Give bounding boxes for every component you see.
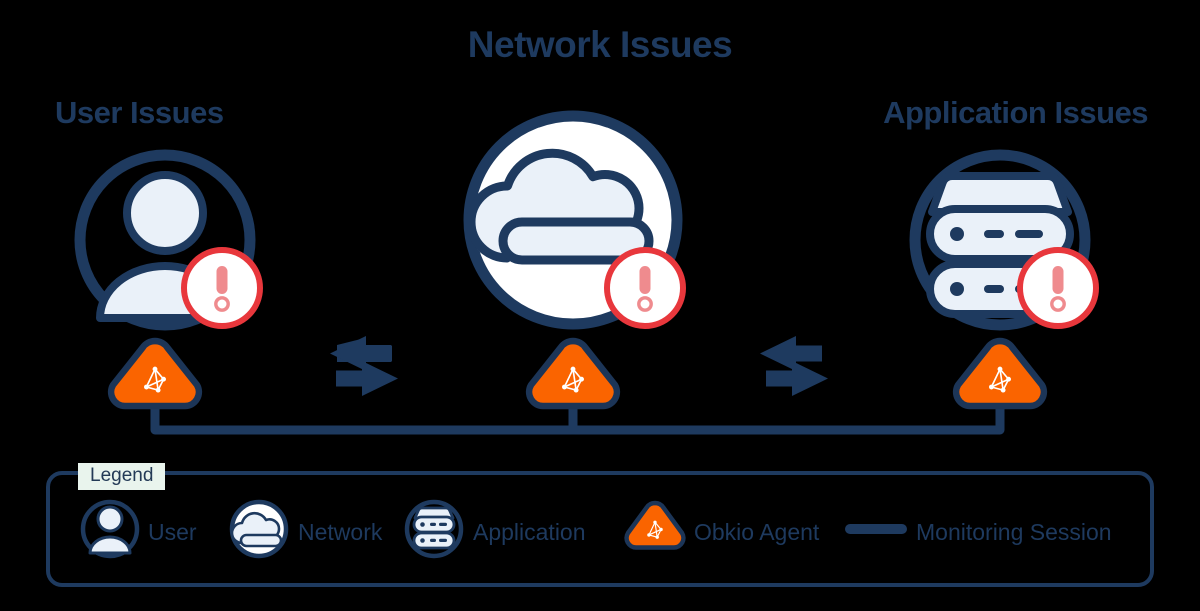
status-badge-user-alert xyxy=(184,250,260,326)
legend-line-icon xyxy=(845,524,907,534)
node-application[interactable] xyxy=(909,149,1096,410)
obkio-agent-application[interactable] xyxy=(952,337,1048,410)
legend-item-obkio-agent xyxy=(624,500,686,550)
node-user[interactable] xyxy=(74,149,260,410)
legend-item-application xyxy=(404,499,464,559)
bidirectional-arrows-icon-right xyxy=(760,336,828,396)
bidirectional-arrows-icon-left xyxy=(330,336,398,396)
legend-label-user: User xyxy=(148,519,197,545)
status-badge-application-alert xyxy=(1020,250,1096,326)
obkio-agent-user[interactable] xyxy=(107,337,203,410)
legend-obkio-agent-icon xyxy=(624,500,686,550)
status-badge-network-alert xyxy=(607,250,683,326)
legend-item-user xyxy=(80,499,140,559)
legend-label-application: Application xyxy=(473,519,586,545)
diagram-canvas: Network Issues User Issues Application I… xyxy=(0,0,1200,611)
obkio-agent-network[interactable] xyxy=(525,337,621,410)
legend-label-network: Network xyxy=(298,519,383,545)
legend-title: Legend xyxy=(78,463,166,490)
legend-label-obkio-agent: Obkio Agent xyxy=(694,519,820,545)
legend-item-network xyxy=(229,499,289,559)
legend-label-monitoring-session: Monitoring Session xyxy=(916,519,1112,545)
node-network[interactable] xyxy=(463,110,683,410)
legend-item-monitoring-session xyxy=(845,524,907,534)
